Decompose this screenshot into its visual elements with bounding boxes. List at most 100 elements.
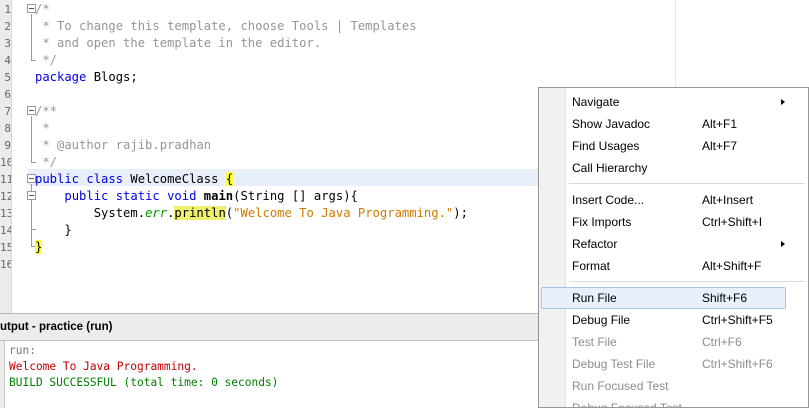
line-number: 12 <box>0 190 11 203</box>
code-token: /** <box>35 104 58 118</box>
code-line[interactable]: */ <box>35 154 57 171</box>
output-line: BUILD SUCCESSFUL (total time: 0 seconds) <box>9 376 279 389</box>
code-token: main <box>203 189 234 203</box>
menu-item-find-usages[interactable]: Find Usages Alt+F7 <box>541 135 787 157</box>
code-token: /* <box>35 2 50 16</box>
fold-guide <box>31 14 32 60</box>
menu-item-shortcut: Ctrl+Shift+F5 <box>702 313 773 327</box>
code-line[interactable]: public static void main(String [] args){ <box>35 188 358 205</box>
menu-item-shortcut: Alt+F1 <box>702 117 738 131</box>
menu-separator <box>569 183 805 184</box>
code-line[interactable]: /* <box>35 1 50 18</box>
menu-item-shortcut: Ctrl+F6 <box>702 335 742 349</box>
code-line[interactable]: */ <box>35 52 57 69</box>
code-line[interactable]: public class WelcomeClass { <box>35 171 234 188</box>
code-line[interactable]: /** <box>35 103 57 120</box>
menu-item-label: Run File <box>572 291 617 305</box>
line-number: 6 <box>4 88 11 101</box>
code-token: * <box>35 121 50 135</box>
menu-item-format[interactable]: Format Alt+Shift+F <box>541 255 787 277</box>
menu-item-test-file[interactable]: Test File Ctrl+F6 <box>541 331 787 353</box>
menu-item-debug-test-file[interactable]: Debug Test File Ctrl+Shift+F6 <box>541 353 787 375</box>
menu-item-label: Call Hierarchy <box>572 161 648 175</box>
line-number: 5 <box>4 71 11 84</box>
code-token: * @author rajib.pradhan <box>35 138 212 152</box>
code-line[interactable]: package Blogs; <box>35 69 138 86</box>
code-token: System. <box>35 206 146 220</box>
code-line[interactable]: * @author rajib.pradhan <box>35 137 211 154</box>
code-token: * To change this template, choose Tools … <box>35 19 417 33</box>
code-token: } <box>35 240 43 254</box>
code-token: */ <box>35 53 58 67</box>
code-token: public class <box>35 172 124 186</box>
code-line[interactable]: * and open the template in the editor. <box>35 35 321 52</box>
code-line[interactable]: } <box>35 222 72 239</box>
menu-item-debug-file[interactable]: Debug File Ctrl+Shift+F5 <box>541 309 787 331</box>
code-line[interactable]: } <box>35 239 43 256</box>
submenu-arrow-icon <box>781 241 785 247</box>
menu-item-show-javadoc[interactable]: Show Javadoc Alt+F1 <box>541 113 787 135</box>
menu-item-shortcut: Alt+F7 <box>702 139 738 153</box>
code-token: */ <box>35 155 58 169</box>
menu-item-shortcut: Alt+Insert <box>702 193 754 207</box>
line-number: 10 <box>0 156 11 169</box>
line-number: 3 <box>4 37 11 50</box>
menu-item-label: Run Focused Test <box>572 379 669 393</box>
code-token: "Welcome To Java Programming." <box>233 206 454 220</box>
menu-item-label: Debug File <box>572 313 631 327</box>
menu-item-label: Test File <box>572 335 617 349</box>
line-number: 2 <box>4 20 11 33</box>
code-token: err <box>145 206 168 220</box>
line-number: 1 <box>4 3 11 16</box>
menu-item-label: Show Javadoc <box>572 117 651 131</box>
code-token: WelcomeClass <box>123 172 226 186</box>
fold-guide <box>31 116 32 162</box>
line-number: 8 <box>4 122 11 135</box>
output-panel-title[interactable]: utput - practice (run) <box>0 321 112 333</box>
code-token: println <box>174 206 226 220</box>
code-token: Blogs; <box>86 70 138 84</box>
code-line[interactable]: * To change this template, choose Tools … <box>35 18 417 35</box>
menu-item-insert-code[interactable]: Insert Code... Alt+Insert <box>541 189 787 211</box>
code-token: } <box>35 223 72 237</box>
output-gutter <box>0 341 5 408</box>
line-number: 9 <box>4 139 11 152</box>
menu-item-shortcut: Ctrl+Shift+F6 <box>702 357 773 371</box>
menu-item-debug-focused-test[interactable]: Debug Focused Test <box>541 397 787 408</box>
line-number: 16 <box>0 258 11 271</box>
code-fold-column <box>12 0 36 313</box>
menu-item-label: Insert Code... <box>572 193 645 207</box>
code-token: package <box>35 70 87 84</box>
code-token: public static void <box>64 189 197 203</box>
output-line: run: <box>9 344 36 357</box>
menu-item-label: Navigate <box>572 95 620 109</box>
menu-item-shortcut: Alt+Shift+F <box>702 259 762 273</box>
output-line: Welcome To Java Programming. <box>9 360 198 373</box>
menu-item-label: Refactor <box>572 237 618 251</box>
menu-item-shortcut: Shift+F6 <box>702 291 748 305</box>
menu-item-label: Debug Focused Test <box>572 401 682 408</box>
code-line[interactable]: * <box>35 120 50 137</box>
code-token: * and open the template in the editor. <box>35 36 322 50</box>
menu-item-run-file[interactable]: Run File Shift+F6 <box>541 287 786 309</box>
line-number: 14 <box>0 224 11 237</box>
code-line[interactable]: System.err.println("Welcome To Java Prog… <box>35 205 468 222</box>
submenu-arrow-icon <box>781 99 785 105</box>
menu-item-fix-imports[interactable]: Fix Imports Ctrl+Shift+I <box>541 211 787 233</box>
menu-item-navigate[interactable]: Navigate <box>541 91 787 113</box>
menu-item-label: Fix Imports <box>572 215 632 229</box>
code-token: { <box>225 172 234 186</box>
menu-item-refactor[interactable]: Refactor <box>541 233 787 255</box>
line-number: 7 <box>4 105 11 118</box>
line-number: 11 <box>0 173 11 186</box>
line-number: 13 <box>0 207 11 220</box>
menu-item-label: Format <box>572 259 611 273</box>
menu-item-run-focused-test[interactable]: Run Focused Test <box>541 375 787 397</box>
code-token: (String [] args){ <box>233 189 358 203</box>
code-token: ); <box>453 206 468 220</box>
menu-item-call-hierarchy[interactable]: Call Hierarchy <box>541 157 787 179</box>
menu-item-label: Find Usages <box>572 139 640 153</box>
menu-item-shortcut: Ctrl+Shift+I <box>702 215 763 229</box>
